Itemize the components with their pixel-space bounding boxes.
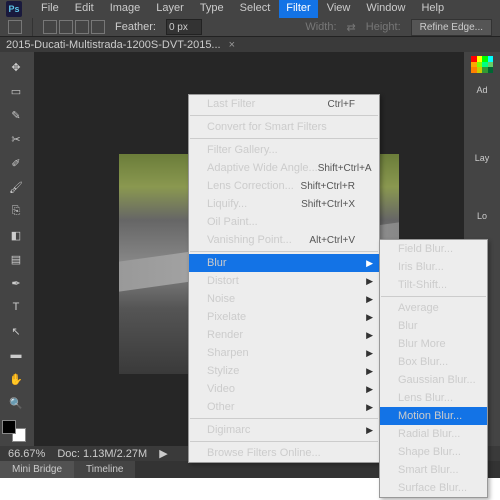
- layers-panel-tab[interactable]: Lay: [475, 153, 490, 163]
- filter-item-video[interactable]: Video▶: [189, 380, 379, 398]
- pen-tool-icon[interactable]: ✒: [2, 272, 30, 294]
- filter-item-noise[interactable]: Noise▶: [189, 290, 379, 308]
- eyedropper-tool-icon[interactable]: ✐: [2, 152, 30, 174]
- app-logo: Ps: [6, 1, 22, 17]
- blur-item-smart-blur[interactable]: Smart Blur...: [380, 461, 487, 479]
- gradient-tool-icon[interactable]: ▤: [2, 248, 30, 270]
- app-window: Ps FileEditImageLayerTypeSelectFilterVie…: [0, 0, 500, 478]
- menu-view[interactable]: View: [320, 0, 358, 18]
- blur-item-average[interactable]: Average: [380, 299, 487, 317]
- filter-item-browse-filters-online[interactable]: Browse Filters Online...: [189, 444, 379, 462]
- menu-select[interactable]: Select: [233, 0, 278, 18]
- filter-item-oil-paint[interactable]: Oil Paint...: [189, 213, 379, 231]
- filter-menu: Last FilterCtrl+F Convert for Smart Filte…: [188, 94, 380, 463]
- document-title: 2015-Ducati-Multistrada-1200S-DVT-2015..…: [6, 39, 221, 51]
- hand-tool-icon[interactable]: ✋: [2, 368, 30, 390]
- filter-item-render[interactable]: Render▶: [189, 326, 379, 344]
- zoom-tool-icon[interactable]: 🔍: [2, 392, 30, 414]
- zoom-level[interactable]: 66.67%: [8, 448, 45, 460]
- adjustments-panel-tab[interactable]: Ad: [476, 85, 487, 95]
- filter-item-other[interactable]: Other▶: [189, 398, 379, 416]
- marquee-tool-icon[interactable]: ▭: [2, 80, 30, 102]
- status-arrow-icon[interactable]: ▶: [159, 447, 167, 460]
- shape-tool-icon[interactable]: ▬: [2, 344, 30, 366]
- feather-input[interactable]: [166, 19, 202, 35]
- blur-submenu: Field Blur...Iris Blur...Tilt-Shift... Av…: [379, 239, 488, 498]
- refine-edge-button[interactable]: Refine Edge...: [411, 19, 492, 36]
- menu-help[interactable]: Help: [414, 0, 451, 18]
- swatches-panel[interactable]: [471, 56, 493, 73]
- workspace: ✥ ▭ ✎ ✂ ✐ 🖌 ⎘ ◧ ▤ ✒ T ↖ ▬ ✋ 🔍 Ad Lay Lo: [0, 52, 500, 446]
- blur-item-surface-blur[interactable]: Surface Blur...: [380, 479, 487, 497]
- filter-item-adaptive-wide-angle[interactable]: Adaptive Wide Angle...Shift+Ctrl+A: [189, 159, 379, 177]
- clone-tool-icon[interactable]: ⎘: [2, 200, 30, 222]
- swatch-color[interactable]: [488, 67, 494, 73]
- blur-item-shape-blur[interactable]: Shape Blur...: [380, 443, 487, 461]
- blur-item-radial-blur[interactable]: Radial Blur...: [380, 425, 487, 443]
- selection-mode-icon[interactable]: [43, 20, 105, 34]
- menubar: FileEditImageLayerTypeSelectFilterViewWi…: [30, 0, 451, 18]
- marquee-tool-icon[interactable]: [8, 20, 22, 34]
- filter-item-vanishing-point[interactable]: Vanishing Point...Alt+Ctrl+V: [189, 231, 379, 249]
- path-tool-icon[interactable]: ↖: [2, 320, 30, 342]
- filter-item-distort[interactable]: Distort▶: [189, 272, 379, 290]
- filter-item-lens-correction[interactable]: Lens Correction...Shift+Ctrl+R: [189, 177, 379, 195]
- brush-tool-icon[interactable]: 🖌: [2, 176, 30, 198]
- filter-item-filter-gallery[interactable]: Filter Gallery...: [189, 141, 379, 159]
- menu-image[interactable]: Image: [103, 0, 148, 18]
- doc-size: Doc: 1.13M/2.27M: [57, 448, 147, 460]
- blur-item-blur-more[interactable]: Blur More: [380, 335, 487, 353]
- blur-item-field-blur[interactable]: Field Blur...: [380, 240, 487, 258]
- filter-item-liquify[interactable]: Liquify...Shift+Ctrl+X: [189, 195, 379, 213]
- color-swatch[interactable]: [2, 420, 28, 442]
- filter-item-blur[interactable]: Blur▶: [189, 254, 379, 272]
- blur-item-motion-blur[interactable]: Motion Blur...: [380, 407, 487, 425]
- menu-edit[interactable]: Edit: [68, 0, 101, 18]
- mini-bridge-tab[interactable]: Mini Bridge: [0, 461, 74, 478]
- filter-item-pixelate[interactable]: Pixelate▶: [189, 308, 379, 326]
- filter-item-last-filter[interactable]: Last FilterCtrl+F: [189, 95, 379, 113]
- blur-item-lens-blur[interactable]: Lens Blur...: [380, 389, 487, 407]
- titlebar: Ps FileEditImageLayerTypeSelectFilterVie…: [0, 0, 500, 18]
- lasso-tool-icon[interactable]: ✎: [2, 104, 30, 126]
- options-bar: Feather: Width: ⇄ Height: Refine Edge...: [0, 18, 500, 37]
- crop-tool-icon[interactable]: ✂: [2, 128, 30, 150]
- toolbox: ✥ ▭ ✎ ✂ ✐ 🖌 ⎘ ◧ ▤ ✒ T ↖ ▬ ✋ 🔍: [0, 52, 34, 446]
- eraser-tool-icon[interactable]: ◧: [2, 224, 30, 246]
- filter-item-digimarc[interactable]: Digimarc▶: [189, 421, 379, 439]
- filter-item-stylize[interactable]: Stylize▶: [189, 362, 379, 380]
- menu-file[interactable]: File: [34, 0, 66, 18]
- blur-item-gaussian-blur[interactable]: Gaussian Blur...: [380, 371, 487, 389]
- blur-item-tilt-shift[interactable]: Tilt-Shift...: [380, 276, 487, 294]
- height-label: Height:: [366, 21, 401, 33]
- menu-window[interactable]: Window: [359, 0, 412, 18]
- feather-label: Feather:: [115, 21, 156, 33]
- close-tab-icon[interactable]: ×: [229, 39, 235, 51]
- menu-filter[interactable]: Filter: [279, 0, 317, 18]
- filter-item-convert-for-smart-filters[interactable]: Convert for Smart Filters: [189, 118, 379, 136]
- timeline-tab[interactable]: Timeline: [74, 461, 135, 478]
- menu-layer[interactable]: Layer: [149, 0, 191, 18]
- width-label: Width:: [305, 21, 336, 33]
- filter-item-sharpen[interactable]: Sharpen▶: [189, 344, 379, 362]
- menu-type[interactable]: Type: [193, 0, 231, 18]
- document-tab[interactable]: 2015-Ducati-Multistrada-1200S-DVT-2015..…: [0, 37, 500, 52]
- log-panel-tab[interactable]: Lo: [477, 211, 487, 221]
- blur-item-iris-blur[interactable]: Iris Blur...: [380, 258, 487, 276]
- blur-item-box-blur[interactable]: Box Blur...: [380, 353, 487, 371]
- type-tool-icon[interactable]: T: [2, 296, 30, 318]
- swap-icon[interactable]: ⇄: [347, 21, 356, 34]
- move-tool-icon[interactable]: ✥: [2, 56, 30, 78]
- blur-item-blur[interactable]: Blur: [380, 317, 487, 335]
